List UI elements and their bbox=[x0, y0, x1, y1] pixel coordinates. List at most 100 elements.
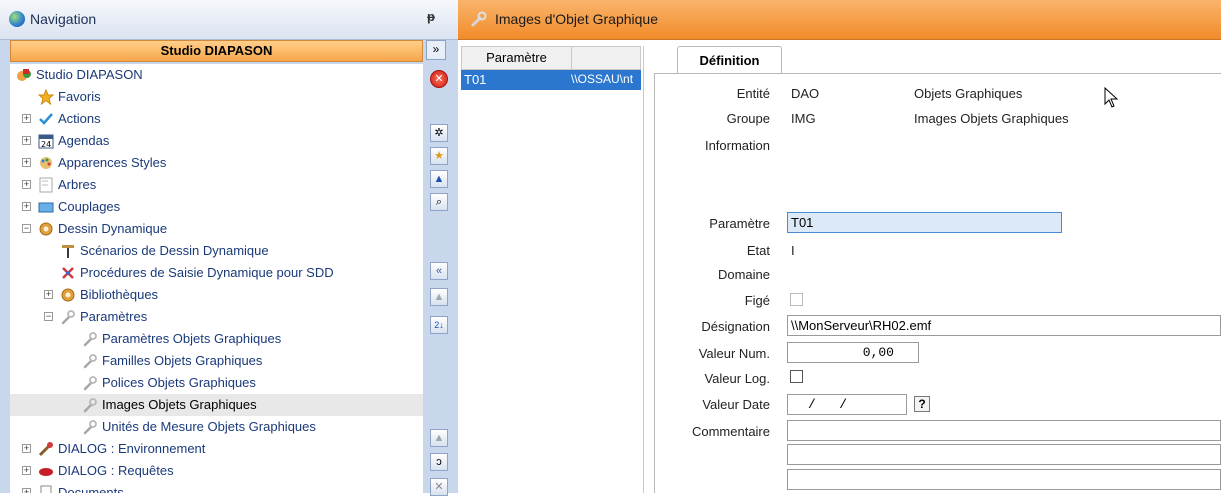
row-parametre: T01 bbox=[464, 72, 487, 87]
search-icon[interactable]: ⌕ bbox=[430, 193, 448, 211]
expand-toggle-icon[interactable]: + bbox=[22, 444, 31, 453]
close-icon[interactable]: ✕ bbox=[430, 70, 448, 88]
expand-toggle-icon[interactable]: + bbox=[22, 488, 31, 493]
tree-item[interactable]: + Documents bbox=[10, 482, 423, 493]
tree-item[interactable]: + DIALOG : Requêtes bbox=[10, 460, 423, 482]
tree-item-label: Bibliothèques bbox=[80, 287, 159, 302]
collapse-icon[interactable]: « bbox=[430, 262, 448, 280]
main-pane: Images d'Objet Graphique Paramètre T01 \… bbox=[458, 0, 1221, 493]
tree-item-label: Procédures de Saisie Dynamique pour SDD bbox=[80, 265, 334, 280]
valeur-num-label: Valeur Num. bbox=[698, 346, 770, 361]
tree-item[interactable]: − Dessin Dynamique bbox=[10, 218, 423, 240]
navigation-title: Navigation bbox=[30, 11, 97, 27]
expand-toggle-icon[interactable]: + bbox=[44, 290, 53, 299]
coupling-icon bbox=[38, 199, 54, 215]
document-icon bbox=[38, 485, 54, 493]
tree-item[interactable]: + Apparences Styles bbox=[10, 152, 423, 174]
tree-item[interactable]: Favoris bbox=[10, 86, 423, 108]
valeur-log-label: Valeur Log. bbox=[704, 371, 770, 386]
valeur-num-field[interactable]: 0,00 bbox=[787, 342, 919, 363]
tree-item-label: Couplages bbox=[58, 199, 121, 214]
svg-text:24: 24 bbox=[41, 140, 51, 149]
dialog-env-icon bbox=[38, 441, 54, 457]
tree-item[interactable]: Images Objets Graphiques bbox=[10, 394, 423, 416]
expand-toggle-icon[interactable]: + bbox=[22, 114, 31, 123]
tab-definition[interactable]: Définition bbox=[677, 46, 782, 74]
expand-button[interactable]: » bbox=[426, 40, 446, 60]
pin-icon[interactable]: ᵽ bbox=[427, 9, 435, 24]
etat-label: Etat bbox=[746, 243, 770, 258]
studio-bar[interactable]: Studio DIAPASON bbox=[10, 40, 423, 62]
move-top-icon[interactable]: ▲ bbox=[430, 429, 448, 447]
tree-item[interactable]: + DIALOG : Environnement bbox=[10, 438, 423, 460]
move-up-icon[interactable]: ▲ bbox=[430, 288, 448, 306]
parametre-field[interactable]: T01 bbox=[787, 212, 1062, 233]
dialog-req-icon bbox=[38, 463, 54, 479]
wrench-icon bbox=[82, 419, 98, 435]
entite-label: Entité bbox=[736, 86, 770, 101]
column-header-parametre[interactable]: Paramètre bbox=[462, 47, 572, 69]
valeur-log-checkbox[interactable] bbox=[790, 370, 803, 383]
check-icon bbox=[38, 111, 54, 127]
fige-label: Figé bbox=[744, 293, 770, 308]
information-label: Information bbox=[704, 138, 770, 153]
table-row[interactable]: T01 \\OSSAU\nt bbox=[461, 70, 641, 90]
tree-item-label: DIALOG : Environnement bbox=[58, 441, 206, 456]
entite-code: DAO bbox=[791, 86, 820, 101]
commentaire-label: Commentaire bbox=[691, 424, 770, 439]
tree-item-label: Apparences Styles bbox=[58, 155, 167, 170]
fige-checkbox[interactable] bbox=[790, 293, 803, 306]
commentaire-field-3[interactable] bbox=[787, 469, 1221, 490]
scenario-icon bbox=[60, 243, 76, 259]
tree-item[interactable]: Paramètres Objets Graphiques bbox=[10, 328, 423, 350]
tree-item-label: DIALOG : Requêtes bbox=[58, 463, 174, 478]
groupe-desc: Images Objets Graphiques bbox=[914, 111, 1069, 126]
tree-item[interactable]: + Actions bbox=[10, 108, 423, 130]
tree-item[interactable]: Procédures de Saisie Dynamique pour SDD bbox=[10, 262, 423, 284]
star-icon[interactable]: ★ bbox=[430, 147, 448, 165]
entite-desc: Objets Graphiques bbox=[914, 86, 1023, 101]
star-icon bbox=[37, 88, 55, 106]
tree-item[interactable]: Studio DIAPASON bbox=[10, 64, 423, 86]
tree-item[interactable]: + Arbres bbox=[10, 174, 423, 196]
date-help-button[interactable]: ? bbox=[914, 396, 930, 412]
tree-icon bbox=[38, 177, 54, 193]
tree-item[interactable]: Familles Objets Graphiques bbox=[10, 350, 423, 372]
network-icon[interactable]: ✲ bbox=[430, 124, 448, 142]
tree-item[interactable]: − Paramètres bbox=[10, 306, 423, 328]
tree-item-label: Studio DIAPASON bbox=[36, 67, 143, 82]
tool-icon[interactable]: ↄ bbox=[430, 453, 448, 471]
tree-item[interactable]: +24 Agendas bbox=[10, 130, 423, 152]
expand-toggle-icon[interactable]: + bbox=[22, 180, 31, 189]
sort-icon[interactable]: 2↓ bbox=[430, 316, 448, 334]
collapse-toggle-icon[interactable]: − bbox=[44, 312, 53, 321]
tree-item-label: Paramètres bbox=[80, 309, 148, 324]
collapse-toggle-icon[interactable]: − bbox=[22, 224, 31, 233]
tree-item-label: Favoris bbox=[58, 89, 101, 104]
expand-toggle-icon[interactable]: + bbox=[22, 158, 31, 167]
expand-toggle-icon[interactable]: + bbox=[22, 136, 31, 145]
gear-icon bbox=[60, 287, 76, 303]
tree-item[interactable]: Unités de Mesure Objets Graphiques bbox=[10, 416, 423, 438]
gear-icon bbox=[38, 221, 54, 237]
commentaire-field-1[interactable] bbox=[787, 420, 1221, 441]
tree-item[interactable]: Polices Objets Graphiques bbox=[10, 372, 423, 394]
wrench-icon bbox=[60, 309, 76, 325]
tree-item[interactable]: + Bibliothèques bbox=[10, 284, 423, 306]
tree-item[interactable]: Scénarios de Dessin Dynamique bbox=[10, 240, 423, 262]
expand-toggle-icon[interactable]: + bbox=[22, 202, 31, 211]
designation-field[interactable]: \\MonServeur\RH02.emf bbox=[787, 315, 1221, 336]
expand-toggle-icon[interactable]: + bbox=[22, 466, 31, 475]
groupe-code: IMG bbox=[791, 111, 816, 126]
user-icon[interactable]: ▲ bbox=[430, 170, 448, 188]
wrench-icon bbox=[82, 331, 98, 347]
row-value: \\OSSAU\nt bbox=[571, 72, 634, 86]
valeur-date-field[interactable]: / / bbox=[787, 394, 907, 415]
tree-item[interactable]: + Couplages bbox=[10, 196, 423, 218]
commentaire-field-2[interactable] bbox=[787, 444, 1221, 465]
vertical-toolbar: ✕ ✲ ★ ▲ ⌕ « ▲ 2↓ ▲ ↄ ✕ bbox=[423, 62, 458, 496]
delete-icon[interactable]: ✕ bbox=[430, 478, 448, 496]
tree-item-label: Arbres bbox=[58, 177, 97, 192]
calendar-icon: 24 bbox=[38, 133, 54, 149]
wrench-icon bbox=[82, 397, 98, 413]
